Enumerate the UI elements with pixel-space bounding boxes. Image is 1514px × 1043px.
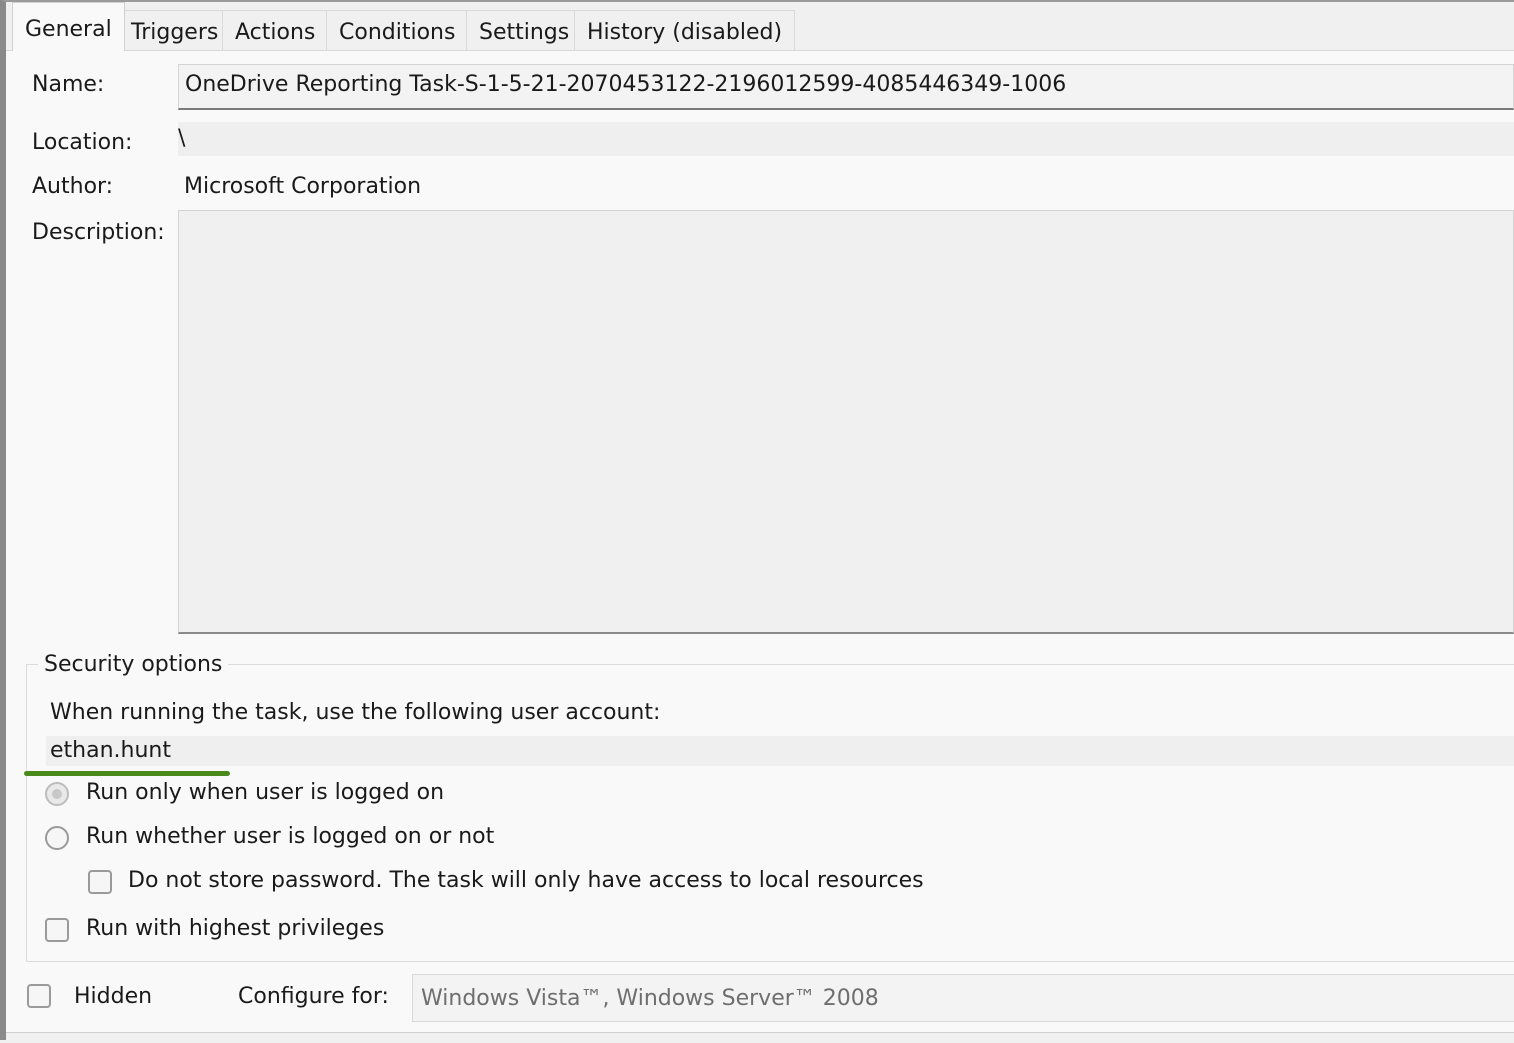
author-label: Author:: [32, 174, 114, 199]
hidden-checkbox[interactable]: [27, 984, 51, 1008]
highest-privileges-checkbox[interactable]: [45, 918, 69, 942]
task-properties-window: General Triggers Actions Conditions Sett…: [0, 0, 1514, 1043]
run-whether-label[interactable]: Run whether user is logged on or not: [86, 824, 494, 849]
name-field[interactable]: OneDrive Reporting Task-S-1-5-21-2070453…: [178, 64, 1514, 110]
no-store-password-checkbox[interactable]: [88, 870, 112, 894]
configure-for-label: Configure for:: [238, 984, 389, 1009]
configure-for-select[interactable]: Windows Vista™, Windows Server™ 2008: [412, 974, 1514, 1022]
location-label: Location:: [32, 130, 133, 155]
no-store-password-label[interactable]: Do not store password. The task will onl…: [128, 868, 924, 893]
user-account-highlight: [24, 771, 230, 776]
user-account-prompt: When running the task, use the following…: [50, 700, 661, 725]
run-logged-on-label[interactable]: Run only when user is logged on: [86, 780, 444, 805]
name-value: OneDrive Reporting Task-S-1-5-21-2070453…: [185, 72, 1067, 97]
tab-conditions[interactable]: Conditions: [326, 10, 469, 50]
tab-actions[interactable]: Actions: [222, 10, 329, 50]
location-field: \: [178, 122, 1514, 156]
user-account-field: ethan.hunt: [46, 736, 1514, 766]
run-logged-on-radio[interactable]: [45, 782, 69, 806]
tab-settings[interactable]: Settings: [466, 10, 583, 50]
name-label: Name:: [32, 72, 105, 97]
tab-triggers[interactable]: Triggers: [118, 10, 232, 50]
configure-for-value: Windows Vista™, Windows Server™ 2008: [421, 986, 879, 1011]
author-value: Microsoft Corporation: [184, 174, 422, 199]
run-whether-radio[interactable]: [45, 826, 69, 850]
user-account-value: ethan.hunt: [50, 738, 171, 763]
hidden-label[interactable]: Hidden: [74, 984, 152, 1009]
description-field[interactable]: [178, 210, 1514, 634]
highest-privileges-label[interactable]: Run with highest privileges: [86, 916, 384, 941]
bottom-edge: [6, 1032, 1514, 1043]
security-options-title: Security options: [38, 652, 229, 677]
tab-strip: General Triggers Actions Conditions Sett…: [6, 2, 1514, 51]
description-label: Description:: [32, 220, 165, 245]
tab-history[interactable]: History (disabled): [574, 10, 796, 50]
tab-general[interactable]: General: [12, 2, 125, 51]
location-value: \: [178, 126, 186, 151]
